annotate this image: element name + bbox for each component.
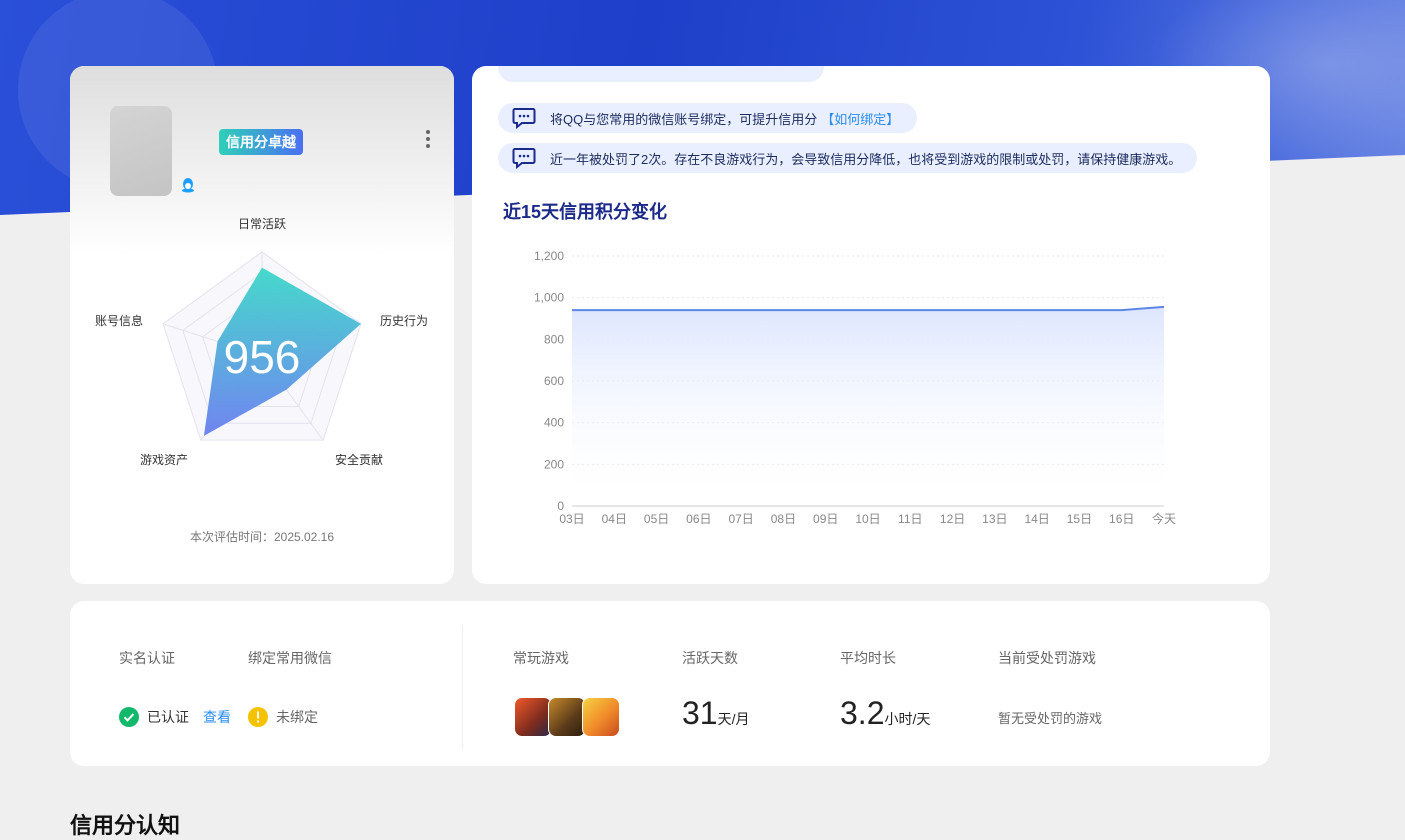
wechat-bind-label: 绑定常用微信 <box>248 650 332 666</box>
more-options-icon[interactable] <box>421 128 435 150</box>
penalized-games-label: 当前受处罚游戏 <box>998 650 1096 666</box>
frequent-games-list <box>514 697 620 737</box>
chart-title: 近15天信用积分变化 <box>503 202 668 222</box>
x-tick-label: 05日 <box>644 512 669 526</box>
view-verification-link[interactable]: 查看 <box>203 707 231 727</box>
credit-radar-chart: 日常活跃 历史行为 安全贡献 游戏资产 账号信息 956 <box>95 217 428 467</box>
credit-trend-chart: 0 200 400 600 800 1,000 1,200 03日 04日 05日 06日 07日 0… <box>534 249 1176 526</box>
x-tick-label: 04日 <box>602 512 627 526</box>
chart-area-fill <box>572 306 1164 506</box>
how-to-bind-link[interactable]: 【如何绑定】 <box>821 109 899 128</box>
avatar <box>110 106 172 196</box>
section-divider <box>462 625 463 749</box>
active-days-label: 活跃天数 <box>682 650 738 666</box>
realname-label: 实名认证 <box>119 650 175 666</box>
avg-duration-label: 平均时长 <box>840 650 896 666</box>
chart-series-line <box>572 305 1165 312</box>
y-tick-label: 600 <box>544 374 564 388</box>
x-tick-label: 08日 <box>771 512 796 526</box>
active-days-stat: 31天/月 <box>682 695 749 732</box>
x-tick-label: 10日 <box>855 512 880 526</box>
radar-axis-label: 游戏资产 <box>140 453 188 467</box>
x-tick-label: 今天 <box>1152 511 1176 526</box>
x-tick-label: 13日 <box>982 512 1007 526</box>
x-tick-label: 07日 <box>728 512 753 526</box>
credit-score-card: 信用分卓越 日常活跃 历史行为 安全贡献 游戏资产 账号信息 956 本次评估时… <box>70 66 454 584</box>
y-tick-label: 1,000 <box>534 291 564 305</box>
credit-level-badge: 信用分卓越 <box>219 129 303 155</box>
avg-duration-unit: 小时/天 <box>884 711 931 727</box>
realname-status: 已认证 查看 <box>119 707 231 727</box>
avg-duration-value: 3.2 <box>840 695 885 731</box>
x-tick-label: 16日 <box>1109 512 1134 526</box>
check-circle-icon <box>119 707 139 727</box>
y-tick-label: 200 <box>544 457 564 471</box>
tip-bind-wechat: 将QQ与您常用的微信账号绑定，可提升信用分 【如何绑定】 <box>498 103 918 133</box>
penalized-games-value: 暂无受处罚的游戏 <box>998 711 1103 726</box>
message-icon <box>512 108 536 129</box>
y-tick-label: 1,200 <box>534 249 564 263</box>
honor-of-kings-icon[interactable] <box>514 697 552 737</box>
x-tick-label: 12日 <box>940 512 965 526</box>
radar-axis-label: 账号信息 <box>95 313 143 328</box>
next-section-title: 信用分认知 <box>70 813 181 838</box>
evaluation-time: 本次评估时间：2025.02.16 <box>189 530 335 544</box>
radar-axis-label: 日常活跃 <box>238 217 286 231</box>
radar-axis-label: 安全贡献 <box>335 452 383 467</box>
account-stats-card: 实名认证 绑定常用微信 已认证 查看 未绑定 常玩游戏 活跃天数 31天/月 平… <box>70 601 1270 766</box>
x-tick-label: 06日 <box>686 512 711 526</box>
x-tick-label: 09日 <box>813 512 838 526</box>
radar-axis-label: 历史行为 <box>380 314 428 328</box>
credit-score-value: 956 <box>224 331 301 383</box>
y-tick-label: 0 <box>557 499 564 513</box>
wechat-bind-status: 未绑定 <box>248 707 318 727</box>
active-days-unit: 天/月 <box>717 711 750 727</box>
credit-info-card: 将QQ与您常用的微信账号绑定，可提升信用分 【如何绑定】 近一年被处罚了2次。存… <box>472 66 1270 584</box>
x-tick-label: 14日 <box>1024 512 1049 526</box>
naruto-icon[interactable] <box>582 697 620 737</box>
x-tick-label: 11日 <box>898 512 922 526</box>
game-icon-2[interactable] <box>548 697 586 737</box>
unbound-text: 未绑定 <box>276 709 318 725</box>
message-icon <box>512 148 536 169</box>
active-days-value: 31 <box>682 695 718 731</box>
tip-bind-text: 将QQ与您常用的微信账号绑定，可提升信用分 <box>550 111 818 127</box>
tip-item-partial <box>498 66 824 82</box>
frequent-games-label: 常玩游戏 <box>513 650 569 666</box>
x-tick-label: 15日 <box>1067 512 1092 526</box>
y-tick-label: 400 <box>544 416 564 430</box>
qq-penguin-icon <box>182 178 194 193</box>
tip-penalty-text: 近一年被处罚了2次。存在不良游戏行为，会导致信用分降低，也将受到游戏的限制或处罚… <box>550 151 1182 167</box>
y-tick-label: 800 <box>544 332 564 346</box>
verified-text: 已认证 <box>147 709 189 725</box>
tip-penalty: 近一年被处罚了2次。存在不良游戏行为，会导致信用分降低，也将受到游戏的限制或处罚… <box>498 143 1198 173</box>
x-tick-label: 03日 <box>559 512 584 526</box>
avg-duration-stat: 3.2小时/天 <box>840 695 930 732</box>
warning-circle-icon <box>248 707 268 727</box>
